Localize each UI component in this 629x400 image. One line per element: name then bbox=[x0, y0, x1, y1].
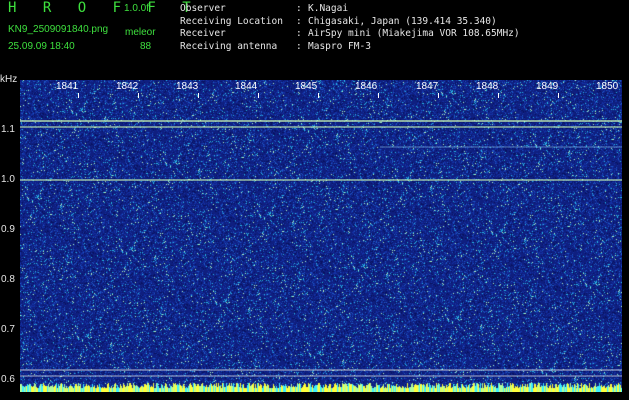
minute-tick bbox=[378, 93, 379, 98]
spectrogram[interactable]: 1841 1842 1843 1844 1845 1846 1847 1848 … bbox=[20, 80, 622, 392]
info-row-location: Receiving Location : Chigasaki, Japan (1… bbox=[180, 16, 520, 29]
info-value: Maspro FM-3 bbox=[308, 40, 371, 52]
minute-tick bbox=[438, 93, 439, 98]
info-value: AirSpy mini (Miakejima VOR 108.65MHz) bbox=[308, 28, 520, 39]
info-row-receiver: Receiver : AirSpy mini (Miakejima VOR 10… bbox=[180, 28, 520, 41]
minute-label: 1843 bbox=[176, 81, 199, 92]
file-name: KN9_2509091840.png bbox=[8, 24, 109, 35]
minute-tick bbox=[78, 93, 79, 98]
freq-tick-label: 1.1 bbox=[1, 124, 15, 135]
observation-info: Observer : K.Nagai Receiving Location : … bbox=[180, 3, 520, 53]
info-key: Receiving Location bbox=[180, 15, 283, 27]
info-key: Observer bbox=[180, 3, 226, 14]
capture-datetime: 25.09.09 18:40 bbox=[8, 41, 75, 52]
minute-label: 1850 bbox=[596, 81, 619, 92]
info-sep: : bbox=[296, 3, 302, 14]
minute-label: 1847 bbox=[416, 81, 439, 92]
app-title: H R O F F T bbox=[8, 0, 200, 16]
minute-label: 1845 bbox=[295, 81, 318, 92]
frequency-unit: kHz bbox=[0, 74, 18, 85]
meteor-count: 88 bbox=[140, 41, 152, 52]
info-row-antenna: Receiving antenna : Maspro FM-3 bbox=[180, 41, 520, 54]
minute-label: 1848 bbox=[476, 81, 499, 92]
info-sep: : bbox=[296, 15, 302, 27]
minute-label: 1842 bbox=[116, 81, 139, 92]
info-value: Chigasaki, Japan (139.414 35.340) bbox=[308, 15, 497, 27]
freq-tick-label: 0.9 bbox=[1, 224, 15, 235]
freq-tick-label: 0.8 bbox=[1, 274, 15, 285]
freq-tick-label: 0.6 bbox=[1, 374, 15, 385]
minute-tick bbox=[558, 93, 559, 98]
hrofft-window: H R O F F T 1.0.0f KN9_2509091840.png me… bbox=[0, 0, 629, 400]
minute-tick bbox=[138, 93, 139, 98]
spectrogram-overlay bbox=[20, 120, 622, 377]
minute-label: 1846 bbox=[355, 81, 378, 92]
minute-label: 1844 bbox=[235, 81, 258, 92]
info-sep: : bbox=[296, 28, 302, 39]
freq-tick-label: 1.0 bbox=[1, 174, 15, 185]
info-row-observer: Observer : K.Nagai bbox=[180, 3, 520, 16]
minute-tick bbox=[318, 93, 319, 98]
info-sep: : bbox=[296, 40, 302, 52]
minute-tick bbox=[258, 93, 259, 98]
minute-tick bbox=[198, 93, 199, 98]
info-value: K.Nagai bbox=[308, 3, 349, 14]
freq-tick-label: 0.7 bbox=[1, 324, 15, 335]
minute-label: 1841 bbox=[56, 81, 79, 92]
info-key: Receiving antenna bbox=[180, 40, 278, 52]
app-version: 1.0.0f bbox=[124, 3, 150, 14]
meleor-label: meleor bbox=[125, 27, 156, 38]
minute-tick bbox=[498, 93, 499, 98]
info-key: Receiver bbox=[180, 28, 226, 39]
minute-label: 1849 bbox=[536, 81, 559, 92]
